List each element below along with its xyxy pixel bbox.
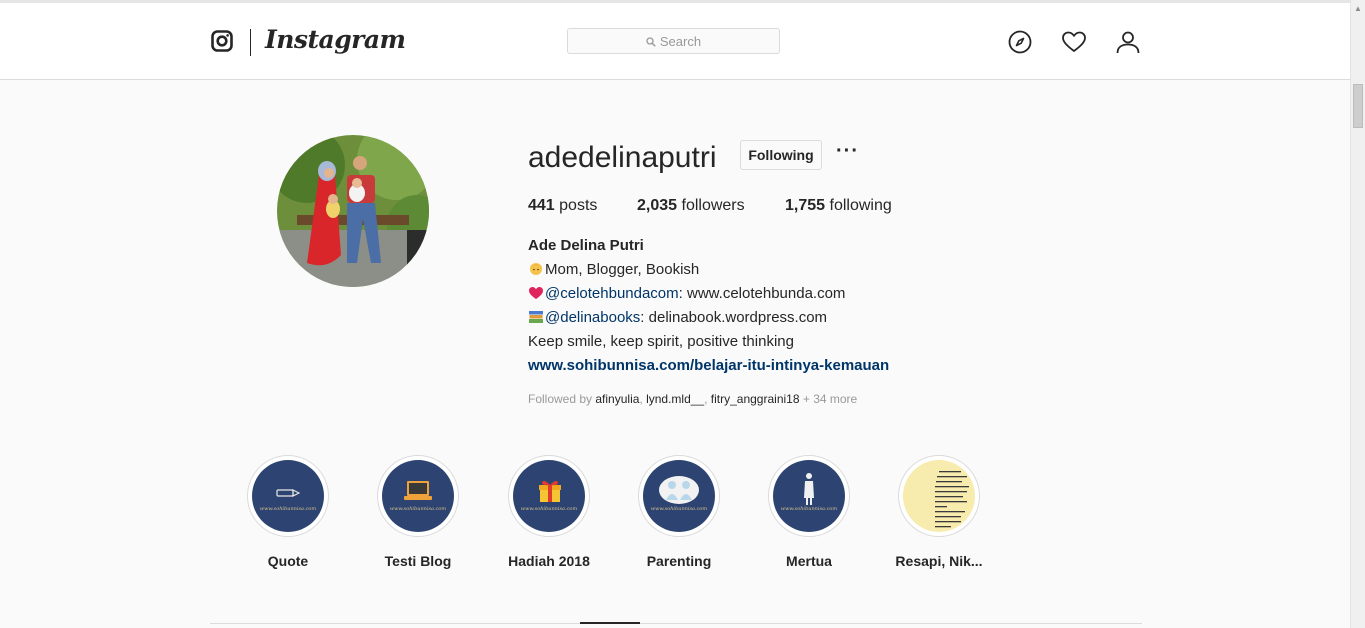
highlight-ring[interactable]: www.sohibunnisa.com (377, 455, 459, 537)
highlight-cover: www.sohibunnisa.com (643, 460, 715, 532)
bio-line-2: @celotehbundacom: www.celotehbunda.com (528, 285, 845, 302)
highlight-ring[interactable]: www.sohibunnisa.com (508, 455, 590, 537)
following-stat[interactable]: 1,755 following (785, 197, 892, 215)
highlight-mertua[interactable]: www.sohibunnisa.com Mertua (754, 455, 864, 569)
followed-by-user[interactable]: afinyulia (595, 392, 639, 406)
followed-by-user[interactable]: lynd.mld__ (646, 392, 704, 406)
highlight-site-text: www.sohibunnisa.com (389, 506, 447, 512)
following-button[interactable]: Following (740, 140, 822, 170)
bio-line-2-text: : www.celotehbunda.com (678, 285, 846, 302)
highlight-cover (903, 460, 975, 532)
tabs-divider (210, 623, 1142, 624)
highlight-cover: www.sohibunnisa.com (252, 460, 324, 532)
highlight-label: Parenting (646, 553, 712, 569)
highlight-note-image (911, 464, 975, 532)
instagram-wordmark[interactable]: Instagram (265, 25, 406, 54)
search-icon (646, 37, 656, 47)
following-label: following (829, 197, 892, 214)
highlight-ring[interactable]: www.sohibunnisa.com (638, 455, 720, 537)
compass-icon[interactable] (1008, 30, 1032, 54)
scroll-up-arrow-icon[interactable]: ▲ (1354, 4, 1362, 13)
profile-username: adedelinaputri (528, 141, 717, 174)
highlight-cover: www.sohibunnisa.com (513, 460, 585, 532)
highlight-label: Mertua (786, 553, 832, 569)
highlight-site-text: www.sohibunnisa.com (259, 506, 317, 512)
bio-line-3-text: : delinabook.wordpress.com (640, 309, 828, 326)
highlight-ring[interactable]: www.sohibunnisa.com (247, 455, 329, 537)
followed-by-user[interactable]: fitry_anggraini18 (711, 392, 800, 406)
heart-emoji-icon (529, 287, 543, 299)
laptop-icon (404, 481, 432, 500)
more-options-icon[interactable]: ··· (836, 140, 859, 163)
instagram-glyph-icon[interactable] (211, 30, 233, 52)
highlight-label: Resapi, Nik... (895, 553, 983, 569)
parent-children-icon (659, 476, 699, 504)
highlight-label: Quote (267, 553, 309, 569)
highlight-parenting[interactable]: www.sohibunnisa.com Parenting (624, 455, 734, 569)
posts-count: 441 (528, 197, 555, 214)
search-input[interactable]: Search (567, 28, 780, 54)
followers-stat[interactable]: 2,035 followers (637, 197, 745, 215)
person-icon[interactable] (1116, 30, 1140, 54)
highlight-site-text: www.sohibunnisa.com (780, 506, 838, 512)
posts-label: posts (559, 197, 598, 214)
highlight-cover: www.sohibunnisa.com (382, 460, 454, 532)
logo-divider (250, 29, 251, 56)
highlight-ring[interactable] (898, 455, 980, 537)
highlight-site-text: www.sohibunnisa.com (650, 506, 708, 512)
gift-icon (539, 480, 561, 502)
followers-count: 2,035 (637, 197, 678, 214)
highlight-site-text: www.sohibunnisa.com (520, 506, 578, 512)
search-placeholder: Search (659, 34, 702, 49)
following-count: 1,755 (785, 197, 826, 214)
page-scrollbar[interactable]: ▲ (1350, 0, 1365, 628)
bio-motto: Keep smile, keep spirit, positive thinki… (528, 333, 794, 350)
highlight-quote[interactable]: www.sohibunnisa.com Quote (233, 455, 343, 569)
heart-icon[interactable] (1062, 30, 1086, 54)
top-navigation-bar: Instagram Search (0, 0, 1350, 80)
books-emoji-icon (529, 311, 543, 323)
bio-website-link[interactable]: www.sohibunnisa.com/belajar-itu-intinya-… (528, 357, 889, 374)
followers-label: followers (681, 197, 745, 214)
highlight-ring[interactable]: www.sohibunnisa.com (768, 455, 850, 537)
delinabooks-mention-link[interactable]: @delinabooks (545, 309, 640, 326)
profile-avatar[interactable] (277, 135, 429, 287)
browser-top-edge (0, 0, 1350, 3)
pencil-icon (276, 489, 300, 497)
highlight-testi-blog[interactable]: www.sohibunnisa.com Testi Blog (363, 455, 473, 569)
bio-line-3: @delinabooks: delinabook.wordpress.com (528, 309, 827, 326)
followed-by-more[interactable]: + 34 more (803, 392, 857, 406)
highlight-label: Testi Blog (384, 553, 452, 569)
bio-full-name: Ade Delina Putri (528, 237, 644, 254)
highlight-resapi[interactable]: Resapi, Nik... (884, 455, 994, 569)
followed-by-summary[interactable]: Followed by afinyulia, lynd.mld__, fitry… (528, 392, 857, 406)
highlight-cover: www.sohibunnisa.com (773, 460, 845, 532)
posts-stat: 441 posts (528, 197, 597, 215)
bio-tagline: Mom, Blogger, Bookish (545, 261, 700, 278)
bio-line-1: Mom, Blogger, Bookish (528, 261, 699, 278)
celotehbunda-mention-link[interactable]: @celotehbundacom (545, 285, 679, 302)
followed-by-prefix: Followed by (528, 392, 596, 406)
woman-emoji-icon (530, 263, 542, 275)
active-tab-indicator (580, 622, 640, 624)
highlight-label: Hadiah 2018 (508, 553, 590, 569)
woman-figure-icon (804, 473, 814, 505)
scroll-thumb[interactable] (1353, 84, 1363, 128)
highlight-hadiah-2018[interactable]: www.sohibunnisa.com Hadiah 2018 (494, 455, 604, 569)
